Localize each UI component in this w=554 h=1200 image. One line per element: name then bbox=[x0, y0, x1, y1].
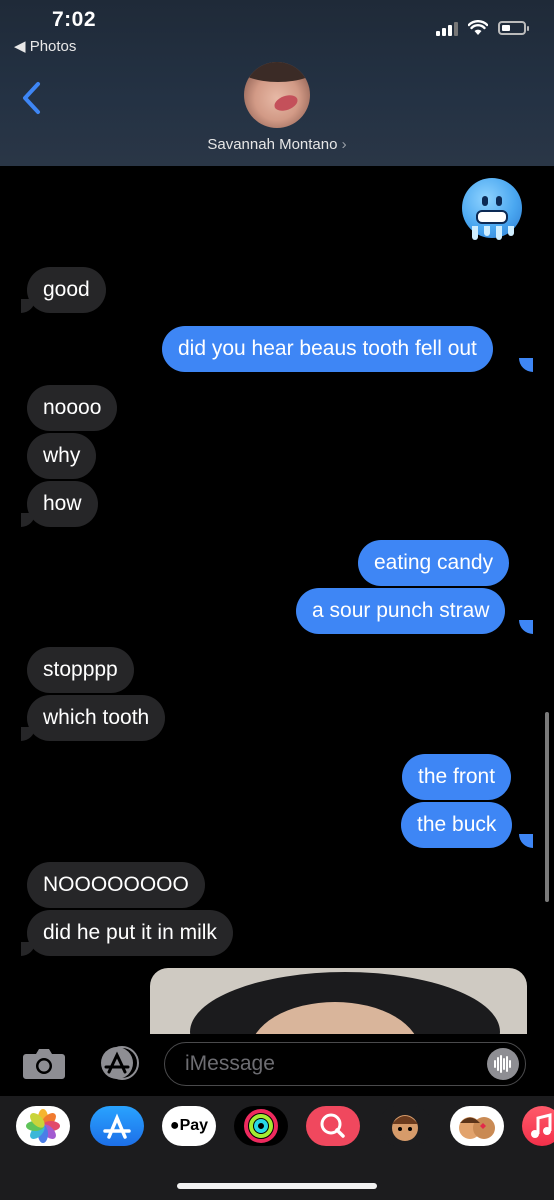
message-input-bar: iMessage bbox=[0, 1034, 554, 1096]
back-chevron-icon[interactable] bbox=[18, 80, 48, 116]
message-tail bbox=[519, 834, 533, 848]
imessage-placeholder: iMessage bbox=[185, 1052, 275, 1075]
imessage-input[interactable]: iMessage bbox=[164, 1042, 526, 1086]
incoming-message[interactable]: which tooth bbox=[27, 695, 166, 741]
app-store-drawer-icon[interactable] bbox=[90, 1106, 144, 1146]
contact-avatar[interactable] bbox=[244, 62, 310, 128]
apple-pay-label: Pay bbox=[179, 1117, 209, 1134]
contact-name-label: Savannah Montano bbox=[207, 136, 338, 153]
message-tail bbox=[21, 299, 35, 313]
battery-icon bbox=[498, 21, 529, 35]
contact-chevron-icon: › bbox=[341, 136, 347, 153]
image-search-icon[interactable] bbox=[306, 1106, 360, 1146]
cold-face-emoji-icon[interactable] bbox=[462, 178, 522, 240]
scrollbar[interactable] bbox=[545, 712, 549, 902]
waveform-icon bbox=[494, 1055, 511, 1073]
outgoing-message[interactable]: did you hear beaus tooth fell out bbox=[162, 326, 493, 372]
status-icons bbox=[436, 20, 529, 36]
incoming-message[interactable]: noooo bbox=[27, 385, 118, 431]
home-indicator[interactable] bbox=[177, 1183, 377, 1189]
message-tail bbox=[519, 620, 533, 634]
camera-icon[interactable] bbox=[22, 1046, 66, 1080]
incoming-message[interactable]: good bbox=[27, 267, 106, 313]
outgoing-message[interactable]: a sour punch straw bbox=[296, 588, 506, 634]
memoji-stickers-icon[interactable] bbox=[450, 1106, 504, 1146]
incoming-message[interactable]: how bbox=[27, 481, 98, 527]
app-store-icon[interactable] bbox=[94, 1046, 140, 1080]
activity-icon[interactable] bbox=[234, 1106, 288, 1146]
message-tail bbox=[21, 727, 35, 741]
status-time: 7:02 bbox=[52, 8, 97, 31]
message-tail bbox=[519, 358, 533, 372]
photo-attachment[interactable] bbox=[150, 968, 527, 1040]
outgoing-message[interactable]: the front bbox=[402, 754, 512, 800]
music-icon[interactable] bbox=[522, 1106, 554, 1146]
cellular-signal-icon bbox=[436, 20, 458, 36]
back-to-photos-link[interactable]: ◀ Photos bbox=[14, 37, 76, 55]
audio-message-button[interactable] bbox=[487, 1048, 519, 1080]
incoming-message[interactable]: did he put it in milk bbox=[27, 910, 233, 956]
outgoing-message[interactable]: eating candy bbox=[358, 540, 510, 586]
apple-pay-icon[interactable]: ●Pay bbox=[162, 1106, 216, 1146]
wifi-icon bbox=[468, 20, 488, 35]
incoming-message[interactable]: why bbox=[27, 433, 97, 479]
incoming-message[interactable]: stopppp bbox=[27, 647, 134, 693]
conversation-header: 7:02 ◀ Photos Savannah Montano › bbox=[0, 0, 554, 166]
message-tail bbox=[21, 513, 35, 527]
message-tail bbox=[21, 942, 35, 956]
memoji-icon[interactable] bbox=[378, 1106, 432, 1146]
apple-logo-icon: ● bbox=[169, 1117, 180, 1134]
outgoing-message[interactable]: the buck bbox=[401, 802, 513, 848]
contact-name[interactable]: Savannah Montano › bbox=[0, 136, 554, 153]
photos-app-icon[interactable] bbox=[16, 1106, 70, 1146]
incoming-message[interactable]: NOOOOOOOO bbox=[27, 862, 205, 908]
